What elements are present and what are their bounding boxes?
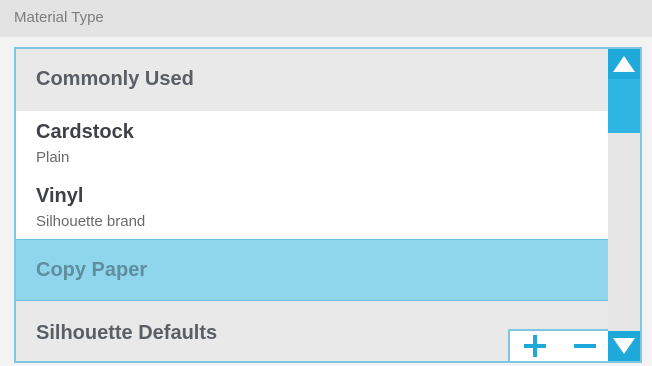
list-item-copy-paper-selected[interactable]: Copy Paper — [16, 239, 610, 301]
panel-title: Material Type — [14, 9, 104, 26]
item-subtitle: Plain — [36, 149, 70, 166]
panel-header: Material Type — [0, 0, 652, 37]
group-header-commonly-used[interactable]: Commonly Used — [16, 49, 610, 111]
group-label: Commonly Used — [36, 68, 194, 90]
plus-icon — [524, 335, 546, 357]
group-label: Silhouette Defaults — [36, 322, 218, 344]
item-subtitle: Silhouette brand — [36, 213, 146, 230]
material-list: Commonly Used Cardstock Plain Vinyl Silh… — [16, 49, 610, 361]
list-tool-buttons — [508, 329, 610, 361]
list-item-vinyl[interactable]: Vinyl Silhouette brand — [16, 175, 610, 239]
material-listbox[interactable]: Commonly Used Cardstock Plain Vinyl Silh… — [14, 47, 642, 363]
vertical-scrollbar[interactable] — [608, 49, 640, 361]
scroll-up-button[interactable] — [608, 49, 640, 79]
scrollbar-thumb[interactable] — [608, 79, 640, 133]
item-title: Copy Paper — [36, 259, 148, 281]
scroll-down-button[interactable] — [608, 331, 640, 361]
arrow-up-icon — [613, 56, 635, 72]
item-title: Cardstock — [36, 121, 134, 143]
item-title: Vinyl — [36, 185, 84, 207]
remove-button[interactable] — [562, 331, 608, 361]
add-button[interactable] — [512, 331, 558, 361]
minus-icon — [574, 344, 596, 348]
list-item-cardstock[interactable]: Cardstock Plain — [16, 111, 610, 175]
arrow-down-icon — [613, 338, 635, 354]
material-type-panel: Material Type Commonly Used Cardstock Pl… — [0, 0, 652, 366]
